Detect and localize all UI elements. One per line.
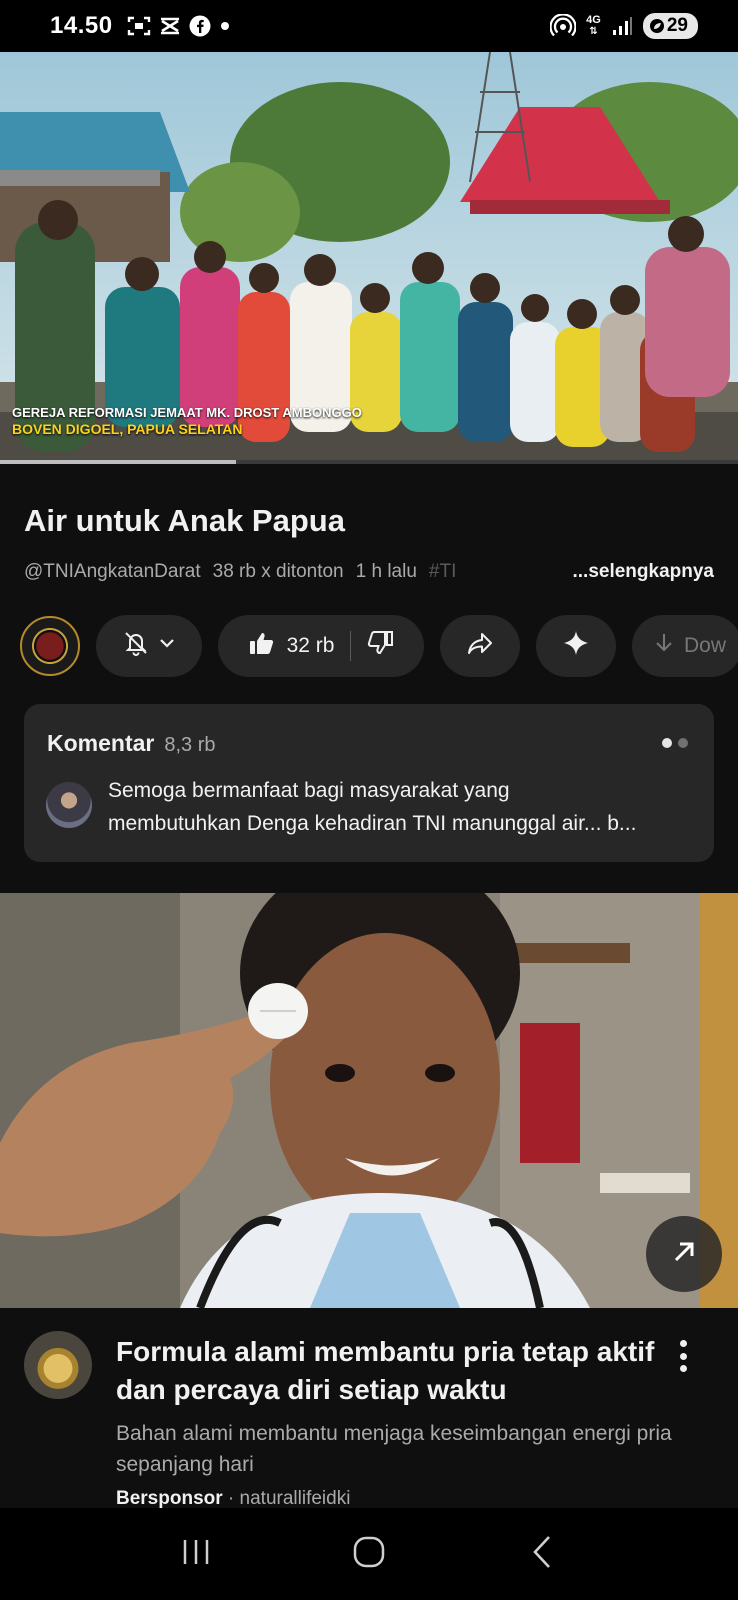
show-more-link[interactable]: ...selengkapnya xyxy=(558,561,714,583)
sparkle-icon xyxy=(562,629,590,663)
video-location-overlay: GEREJA REFORMASI JEMAAT MK. DROST AMBONG… xyxy=(12,404,362,438)
system-icons: 4G ⇅ 29 xyxy=(550,13,698,39)
ad-meta: Bersponsor · naturallifeidki xyxy=(116,1488,350,1510)
thumb-up-icon xyxy=(247,629,275,663)
recent-apps-button[interactable] xyxy=(166,1524,226,1584)
like-count: 32 rb xyxy=(286,634,335,657)
video-meta-row[interactable]: @TNIAngkatanDarat 38 rb x ditonton 1 h l… xyxy=(24,561,714,583)
back-icon xyxy=(529,1534,555,1575)
ad-more-options-button[interactable] xyxy=(668,1336,698,1376)
video-player[interactable]: GEREJA REFORMASI JEMAAT MK. DROST AMBONG… xyxy=(0,52,738,462)
channel-handle: @TNIAngkatanDarat xyxy=(24,561,201,582)
capcut-icon xyxy=(159,16,181,36)
video-progress-fill xyxy=(0,460,237,464)
meta-separator: · xyxy=(227,1488,235,1509)
comments-card[interactable]: Komentar 8,3 rb Semoga bermanfaat bagi m… xyxy=(24,704,714,862)
ask-ai-button[interactable] xyxy=(536,615,616,677)
thumb-down-icon xyxy=(367,629,395,663)
comment-preview-line-2: membutuhkan Denga kehadiran TNI manungga… xyxy=(108,812,637,835)
download-label: Dow xyxy=(684,634,727,657)
battery-saver-icon xyxy=(649,19,664,33)
battery-level: 29 xyxy=(666,15,688,36)
notification-dot-icon xyxy=(219,20,231,32)
hotspot-icon xyxy=(550,14,577,38)
share-button[interactable] xyxy=(440,615,520,677)
status-time: 14.50 xyxy=(50,12,113,39)
back-button[interactable] xyxy=(512,1524,572,1584)
comments-label: Komentar xyxy=(47,730,155,756)
recent-apps-icon xyxy=(180,1537,212,1572)
commenter-avatar xyxy=(46,782,92,828)
pager-dot xyxy=(678,738,688,748)
channel-avatar[interactable] xyxy=(20,616,80,676)
upload-age: 1 h lalu xyxy=(355,561,417,582)
ad-image xyxy=(0,893,738,1308)
advertiser-avatar[interactable] xyxy=(24,1331,92,1399)
chevron-down-icon xyxy=(157,633,177,659)
home-button[interactable] xyxy=(339,1524,399,1584)
system-navigation-bar xyxy=(0,1508,738,1600)
ad-title[interactable]: Formula alami membantu pria tetap aktif … xyxy=(116,1333,656,1409)
network-label: 4G xyxy=(586,14,601,26)
network-4g-icon: 4G ⇅ xyxy=(586,14,601,38)
status-bar: 14.50 4G ⇅ 29 xyxy=(0,0,738,52)
more-dot xyxy=(679,1340,687,1347)
ad-description: Bahan alami membantu menjaga keseimbanga… xyxy=(116,1422,672,1476)
subscription-bell-button[interactable] xyxy=(96,615,202,677)
sponsored-label: Bersponsor xyxy=(116,1488,223,1509)
signal-icon xyxy=(611,16,633,36)
comment-preview-line-1: Semoga bermanfaat bagi masyarakat yang xyxy=(108,779,510,802)
advertiser-name: naturallifeidki xyxy=(239,1488,351,1509)
comments-count: 8,3 rb xyxy=(164,734,216,756)
hashtag: #TI xyxy=(428,561,457,582)
video-progress-bar[interactable] xyxy=(0,460,738,464)
like-button[interactable]: 32 rb xyxy=(247,629,351,663)
arrow-up-right-icon xyxy=(668,1236,700,1273)
share-icon xyxy=(466,629,494,663)
like-dislike-group: 32 rb xyxy=(218,615,424,677)
battery-indicator: 29 xyxy=(642,13,698,39)
facebook-icon xyxy=(189,15,211,37)
pager-dot-active xyxy=(662,738,672,748)
action-row: 32 rb Dow xyxy=(20,614,738,678)
view-count: 38 rb x ditonton xyxy=(212,561,344,582)
overlay-line-1: GEREJA REFORMASI JEMAAT MK. DROST AMBONG… xyxy=(12,405,362,420)
ad-thumbnail[interactable] xyxy=(0,893,738,1308)
download-icon xyxy=(652,631,676,661)
more-dot xyxy=(679,1352,687,1360)
dislike-button[interactable] xyxy=(351,629,395,663)
comment-preview: Semoga bermanfaat bagi masyarakat yang m… xyxy=(108,774,688,840)
notification-icons xyxy=(127,15,231,37)
overlay-line-2: BOVEN DIGOEL, PAPUA SELATAN xyxy=(12,421,243,437)
video-frame xyxy=(0,52,738,462)
video-title[interactable]: Air untuk Anak Papua xyxy=(24,503,345,539)
ad-open-link-button[interactable] xyxy=(646,1216,722,1292)
screenshot-icon xyxy=(127,15,151,37)
bell-off-icon xyxy=(121,628,151,664)
download-button[interactable]: Dow xyxy=(632,615,738,677)
comments-header: Komentar 8,3 rb xyxy=(47,730,216,757)
more-dot xyxy=(679,1365,687,1372)
home-icon xyxy=(351,1534,387,1575)
comments-pager-dots xyxy=(662,738,688,748)
